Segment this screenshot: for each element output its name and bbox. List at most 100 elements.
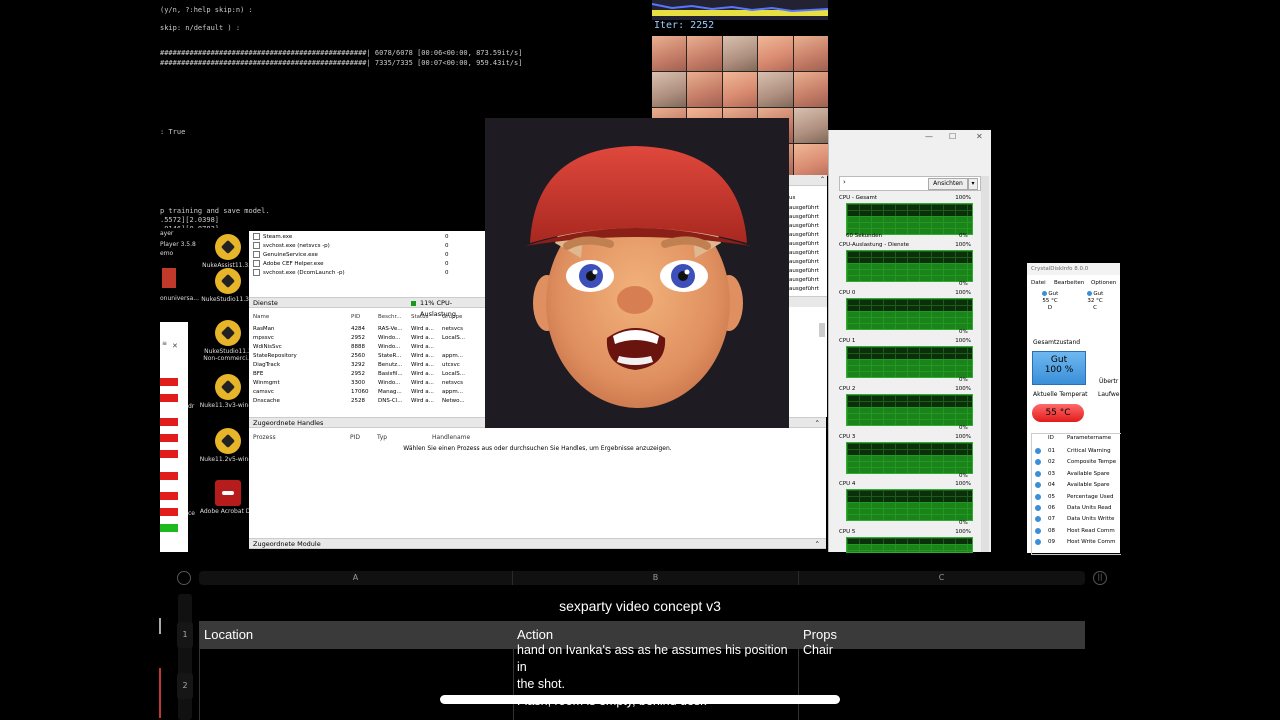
temperature-label: Aktuelle Temperat: [1033, 391, 1088, 398]
checkbox[interactable]: [253, 251, 260, 258]
handles-panel[interactable]: Zugeordnete Handles ⌃ Prozess PID Typ Ha…: [249, 417, 826, 549]
cpu-1-graph: [846, 346, 973, 378]
menu-optionen[interactable]: Optionen: [1091, 280, 1116, 286]
scrollbar-thumb[interactable]: [819, 323, 825, 337]
cpu-graph-label: CPU - Gesamt 100%: [839, 195, 971, 201]
graphs-scrollbar[interactable]: [981, 176, 989, 552]
smart-row[interactable]: 08 Host Read Comm: [1032, 526, 1121, 536]
process-row[interactable]: svchost.exe (DcomLaunch -p) 0: [253, 269, 449, 278]
modules-section-header[interactable]: Zugeordnete Module ⌃: [249, 538, 826, 549]
nuke-icon: [215, 234, 241, 260]
usage-bar: [160, 492, 178, 500]
drive-status-icon: [1041, 291, 1047, 296]
close-icon[interactable]: ✕: [172, 342, 178, 350]
desktop-partial-label: emo: [160, 250, 174, 257]
terminal-line: ########################################…: [160, 49, 523, 57]
cpu-graph-label: CPU 3 100%: [839, 434, 971, 440]
process-status-column: ⌃ us ausgeführt ausgeführt ausgeführt au…: [787, 175, 827, 417]
smart-row[interactable]: 06 Data Units Read: [1032, 503, 1121, 513]
header-props[interactable]: Props: [803, 627, 837, 642]
collapse-icon[interactable]: ⌃: [820, 176, 825, 183]
usage-bar: [160, 472, 178, 480]
smart-status-icon: [1035, 448, 1041, 454]
close-icon[interactable]: ✕: [976, 132, 983, 141]
process-row[interactable]: Steam.exe 0: [253, 233, 449, 242]
memoji-face-icon: [525, 146, 751, 408]
smart-status-icon: [1035, 539, 1041, 546]
nuke-icon: [215, 428, 241, 454]
face-sample: [793, 36, 828, 71]
pause-icon[interactable]: ||: [1093, 571, 1107, 585]
cpu-2-graph: [846, 394, 973, 426]
cpu-4-graph: [846, 489, 973, 521]
smart-row[interactable]: 02 Composite Tempe: [1032, 457, 1121, 467]
smart-row[interactable]: 04 Available Spare: [1032, 480, 1121, 490]
desktop-partial-label: ce: [188, 510, 195, 517]
cpu-graph-label: CPU 4 100%: [839, 481, 971, 487]
drive-d-button[interactable]: Gut 55 °C D: [1029, 291, 1071, 315]
desktop-partial-label: dr: [188, 403, 195, 410]
smart-status-icon: [1035, 516, 1041, 523]
cpu-graphs-window[interactable]: ☐ ✕ — › Ansichten ▾ CPU - Gesamt 100% 60 …: [828, 130, 991, 553]
header-location[interactable]: Location: [204, 627, 253, 642]
process-row[interactable]: svchost.exe (netsvcs -p) 0: [253, 242, 449, 251]
smart-table[interactable]: ID Parametername 01 Critical Warning 02 Com…: [1031, 433, 1121, 555]
face-sample: [758, 72, 793, 107]
minimize-icon[interactable]: —: [925, 132, 933, 141]
smart-row[interactable]: 03 Available Spare: [1032, 469, 1121, 479]
home-indicator[interactable]: [440, 695, 840, 704]
menu-icon[interactable]: ≡: [162, 340, 167, 347]
checkbox[interactable]: [253, 269, 260, 276]
services-header-strip: [787, 296, 827, 307]
drive-c-button[interactable]: Gut 32 °C C: [1075, 291, 1115, 315]
views-dropdown-icon[interactable]: ▾: [968, 178, 978, 190]
app-icon[interactable]: [162, 268, 176, 288]
nuke-icon: [215, 268, 241, 294]
collapse-icon[interactable]: ⌃: [815, 418, 820, 429]
column-header-b[interactable]: B: [513, 571, 799, 585]
cell-props[interactable]: Chair: [803, 642, 833, 659]
collapse-icon[interactable]: ⌃: [815, 539, 820, 550]
smart-row[interactable]: 01 Critical Warning: [1032, 446, 1121, 456]
row-number[interactable]: 1: [177, 622, 193, 648]
document-title[interactable]: sexparty video concept v3: [0, 598, 1280, 614]
header-action[interactable]: Action: [517, 627, 553, 642]
checkbox[interactable]: [253, 242, 260, 249]
menu-datei[interactable]: Datei: [1031, 280, 1046, 286]
cpu-services-graph: [846, 250, 973, 282]
expand-icon[interactable]: ›: [843, 178, 846, 186]
column-header-c[interactable]: C: [799, 571, 1084, 585]
cell-location[interactable]: [199, 649, 514, 720]
disk-usage-window[interactable]: ✕ ≡: [160, 322, 188, 552]
row-number[interactable]: 2: [177, 673, 193, 699]
select-all-button[interactable]: [177, 571, 191, 585]
column-header-a[interactable]: A: [199, 571, 513, 585]
crystaldiskinfo-window[interactable]: CrystalDiskInfo 8.0.0 Datei Bearbeiten O…: [1027, 263, 1121, 555]
terminal-line: ########################################…: [160, 59, 523, 67]
terminal-line: p training and save model.: [160, 207, 270, 215]
temperature-badge: 55 °C: [1032, 404, 1084, 422]
terminal-line: : True: [160, 128, 186, 136]
cpu-graph-label: CPU 1 100%: [839, 338, 971, 344]
cell-action[interactable]: hand on Ivanka's ass as he assumes his p…: [517, 642, 797, 720]
table-row[interactable]: hand on Ivanka's ass as he assumes his p…: [199, 643, 1085, 720]
scroll-marker: [159, 668, 161, 718]
cpu-graph-label: CPU 0 100%: [839, 290, 971, 296]
smart-row[interactable]: 09 Host Write Comm: [1032, 537, 1121, 547]
views-button[interactable]: Ansichten: [928, 178, 968, 190]
face-sample: [722, 36, 758, 71]
maximize-icon[interactable]: ☐: [949, 132, 956, 141]
checkbox[interactable]: [253, 233, 260, 240]
smart-row[interactable]: 07 Data Units Writte: [1032, 514, 1121, 524]
face-sample: [687, 36, 722, 71]
process-row[interactable]: GenuineService.exe 0: [253, 251, 449, 260]
checkbox[interactable]: [253, 260, 260, 267]
services-section-header[interactable]: Dienste 11% CPU-Auslastung: [249, 297, 486, 318]
column-header-bar: A B C: [199, 571, 1085, 585]
face-sample: [793, 72, 828, 107]
nuke-icon: [215, 374, 241, 400]
menu-bearbeiten[interactable]: Bearbeiten: [1054, 280, 1084, 286]
smart-row[interactable]: 05 Percentage Used: [1032, 492, 1121, 502]
usage-bar: [160, 450, 178, 458]
process-row[interactable]: Adobe CEF Helper.exe 0: [253, 260, 449, 269]
